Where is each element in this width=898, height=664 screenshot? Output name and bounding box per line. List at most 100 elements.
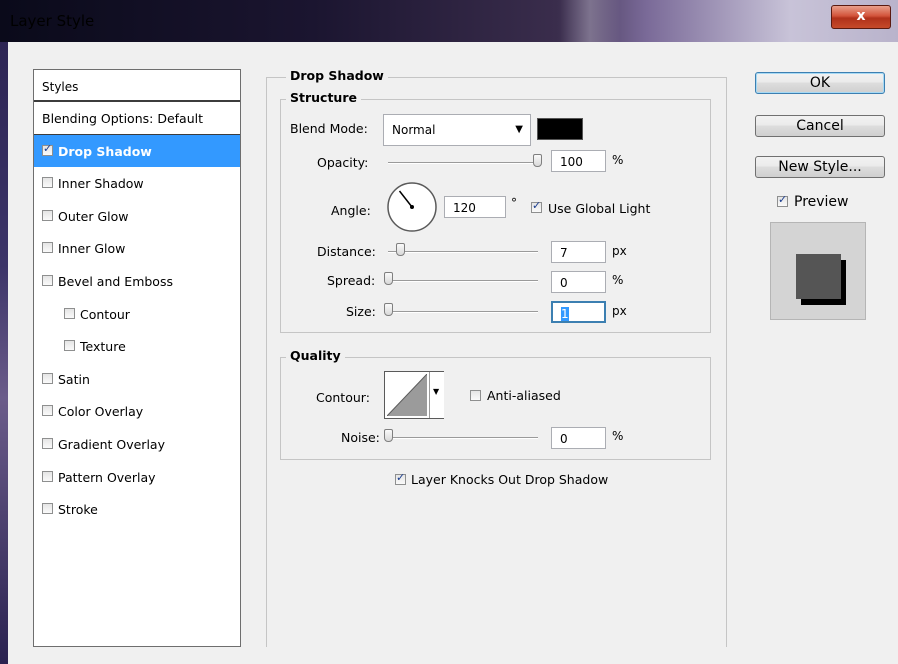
- style-item-inner-glow[interactable]: Inner Glow: [34, 232, 240, 264]
- noise-input[interactable]: 0: [551, 427, 606, 449]
- preview-label: Preview: [794, 194, 849, 210]
- style-item-contour[interactable]: Contour: [34, 298, 240, 330]
- distance-label: Distance:: [317, 244, 376, 259]
- style-item-label: Texture: [80, 339, 126, 355]
- new-style-button[interactable]: New Style...: [755, 156, 885, 178]
- style-item-label: Bevel and Emboss: [58, 274, 173, 289]
- opacity-value: 100: [560, 155, 583, 169]
- quality-title: Quality: [286, 348, 345, 363]
- opacity-slider-track[interactable]: [388, 162, 538, 164]
- title-bar[interactable]: Layer Style x: [0, 0, 898, 42]
- cancel-button[interactable]: Cancel: [755, 115, 885, 137]
- noise-unit: %: [612, 429, 624, 443]
- distance-value: 7: [560, 246, 568, 260]
- opacity-input[interactable]: 100: [551, 150, 606, 172]
- distance-unit: px: [612, 244, 627, 258]
- angle-label: Angle:: [331, 203, 371, 218]
- style-item-label: Contour: [80, 306, 130, 322]
- blend-mode-label: Blend Mode:: [290, 121, 368, 136]
- style-item-gradient-overlay[interactable]: Gradient Overlay: [34, 428, 240, 460]
- spread-label: Spread:: [327, 273, 376, 288]
- style-checkbox[interactable]: [42, 275, 53, 286]
- opacity-unit: %: [612, 153, 624, 167]
- use-global-light-checkbox[interactable]: [531, 199, 542, 213]
- contour-curve-icon: [387, 374, 427, 416]
- noise-slider-track[interactable]: [388, 437, 538, 439]
- contour-dropdown-button[interactable]: ▼: [429, 372, 444, 418]
- noise-value: 0: [560, 432, 568, 446]
- styles-header-label: Styles: [42, 80, 79, 94]
- spread-unit: %: [612, 273, 624, 287]
- layer-knocks-out-checkbox[interactable]: [395, 471, 406, 485]
- noise-slider-thumb[interactable]: [384, 429, 393, 442]
- style-checkbox[interactable]: [42, 372, 53, 384]
- style-item-label: Satin: [58, 371, 90, 387]
- blend-mode-value: Normal: [392, 123, 436, 137]
- layer-knocks-out-label: Layer Knocks Out Drop Shadow: [411, 472, 609, 487]
- style-checkbox[interactable]: [42, 405, 53, 417]
- styles-header: Styles: [34, 70, 240, 102]
- style-item-outer-glow[interactable]: Outer Glow: [34, 200, 240, 232]
- style-item-label: Inner Shadow: [58, 176, 144, 192]
- style-item-blending-options-default[interactable]: Blending Options: Default: [34, 102, 240, 135]
- style-item-texture[interactable]: Texture: [34, 330, 240, 362]
- spread-input[interactable]: 0: [551, 271, 606, 293]
- preview-square: [796, 254, 841, 299]
- style-item-label: Outer Glow: [58, 208, 129, 224]
- angle-input[interactable]: 120: [444, 196, 506, 218]
- style-item-label: Drop Shadow: [58, 143, 152, 159]
- style-item-pattern-overlay[interactable]: Pattern Overlay: [34, 461, 240, 493]
- style-item-label: Stroke: [58, 502, 98, 518]
- style-checkbox[interactable]: [64, 307, 75, 319]
- style-item-color-overlay[interactable]: Color Overlay: [34, 395, 240, 427]
- style-checkbox[interactable]: [42, 438, 53, 449]
- style-item-satin[interactable]: Satin: [34, 363, 240, 395]
- close-icon: x: [856, 8, 866, 24]
- size-value: 1: [561, 307, 569, 321]
- spread-slider-thumb[interactable]: [384, 272, 393, 285]
- style-item-drop-shadow[interactable]: Drop Shadow: [34, 134, 240, 167]
- style-checkbox[interactable]: [42, 470, 53, 482]
- chevron-down-icon: ▼: [433, 387, 440, 396]
- opacity-label: Opacity:: [317, 155, 369, 170]
- style-item-label: Blending Options: Default: [42, 111, 203, 126]
- angle-value: 120: [453, 201, 476, 215]
- distance-slider-thumb[interactable]: [396, 243, 406, 256]
- spread-value: 0: [560, 276, 568, 290]
- style-item-label: Pattern Overlay: [58, 469, 156, 485]
- style-item-bevel-and-emboss[interactable]: Bevel and Emboss: [34, 265, 240, 297]
- style-checkbox[interactable]: [42, 209, 53, 221]
- style-checkbox[interactable]: [64, 340, 75, 352]
- style-checkbox[interactable]: [42, 177, 53, 189]
- size-input[interactable]: 1: [551, 301, 606, 323]
- shadow-color-swatch[interactable]: [537, 118, 583, 140]
- style-checkbox[interactable]: [42, 142, 53, 156]
- distance-slider-track[interactable]: [388, 251, 538, 253]
- style-checkbox[interactable]: [42, 242, 53, 254]
- distance-input[interactable]: 7: [551, 241, 606, 263]
- contour-label: Contour:: [316, 390, 370, 405]
- ok-button[interactable]: OK: [755, 72, 885, 94]
- spread-slider-track[interactable]: [388, 280, 538, 282]
- style-item-inner-shadow[interactable]: Inner Shadow: [34, 167, 240, 199]
- anti-aliased-label: Anti-aliased: [487, 388, 561, 403]
- style-checkbox[interactable]: [42, 503, 53, 515]
- opacity-slider-thumb[interactable]: [533, 154, 542, 167]
- size-slider-track[interactable]: [388, 311, 538, 313]
- size-unit: px: [612, 304, 627, 318]
- size-label: Size:: [346, 304, 376, 319]
- style-item-label: Inner Glow: [58, 241, 126, 257]
- close-button[interactable]: x: [831, 5, 891, 29]
- size-slider-thumb[interactable]: [384, 303, 393, 316]
- chevron-down-icon: ▼: [515, 124, 523, 135]
- styles-list: Styles Blending Options: Default Drop Sha…: [33, 69, 241, 647]
- contour-picker[interactable]: ▼: [384, 371, 444, 419]
- preview-checkbox[interactable]: [777, 193, 788, 207]
- blend-mode-select[interactable]: Normal ▼: [383, 114, 531, 146]
- drop-shadow-title: Drop Shadow: [286, 68, 388, 83]
- angle-dial[interactable]: [386, 181, 438, 233]
- preview-thumbnail: [770, 222, 866, 320]
- anti-aliased-checkbox[interactable]: [470, 390, 481, 401]
- style-item-stroke[interactable]: Stroke: [34, 493, 240, 525]
- structure-title: Structure: [286, 90, 361, 105]
